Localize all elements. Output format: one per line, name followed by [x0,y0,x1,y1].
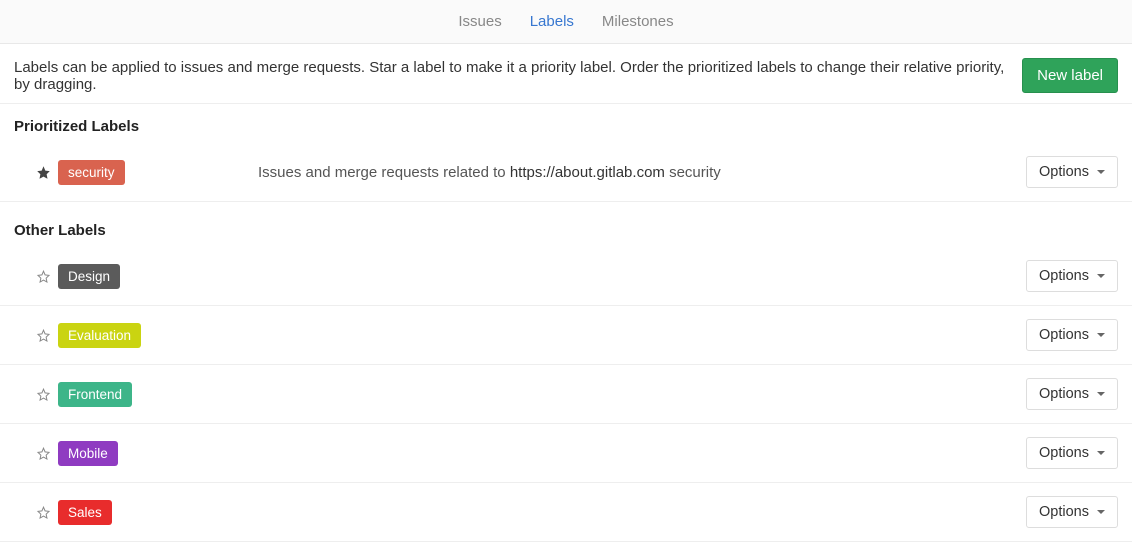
nav-tabs: Issues Labels Milestones [0,0,1132,44]
description-link[interactable]: https://about.gitlab.com [510,164,665,181]
star-icon[interactable] [36,165,51,180]
star-outline-icon[interactable] [36,269,51,284]
options-button[interactable]: Options [1026,319,1118,351]
label-tag-security[interactable]: security [58,160,125,185]
caret-down-icon [1097,274,1105,278]
label-tag-frontend[interactable]: Frontend [58,382,132,407]
caret-down-icon [1097,510,1105,514]
label-tag-evaluation[interactable]: Evaluation [58,323,141,348]
tab-labels[interactable]: Labels [530,13,574,30]
star-outline-icon[interactable] [36,505,51,520]
label-row-evaluation: Evaluation Options [0,306,1132,365]
prioritized-section-title: Prioritized Labels [0,104,1132,143]
caret-down-icon [1097,392,1105,396]
star-outline-icon[interactable] [36,387,51,402]
tab-issues[interactable]: Issues [458,13,501,30]
label-tag-mobile[interactable]: Mobile [58,441,118,466]
star-outline-icon[interactable] [36,328,51,343]
options-button[interactable]: Options [1026,260,1118,292]
help-text: Labels can be applied to issues and merg… [14,59,1022,93]
caret-down-icon [1097,170,1105,174]
options-button[interactable]: Options [1026,496,1118,528]
other-section-title: Other Labels [0,208,1132,247]
label-row-mobile: Mobile Options [0,424,1132,483]
label-tag-design[interactable]: Design [58,264,120,289]
tab-milestones[interactable]: Milestones [602,13,674,30]
labels-header: Labels can be applied to issues and merg… [0,44,1132,104]
options-button[interactable]: Options [1026,156,1118,188]
label-row-frontend: Frontend Options [0,365,1132,424]
options-button[interactable]: Options [1026,437,1118,469]
label-row-sales: Sales Options [0,483,1132,542]
caret-down-icon [1097,451,1105,455]
options-button[interactable]: Options [1026,378,1118,410]
label-tag-sales[interactable]: Sales [58,500,112,525]
label-row-security: security Issues and merge requests relat… [0,143,1132,202]
new-label-button[interactable]: New label [1022,58,1118,93]
label-row-design: Design Options [0,247,1132,306]
label-description: Issues and merge requests related to htt… [258,164,1026,181]
caret-down-icon [1097,333,1105,337]
star-outline-icon[interactable] [36,446,51,461]
